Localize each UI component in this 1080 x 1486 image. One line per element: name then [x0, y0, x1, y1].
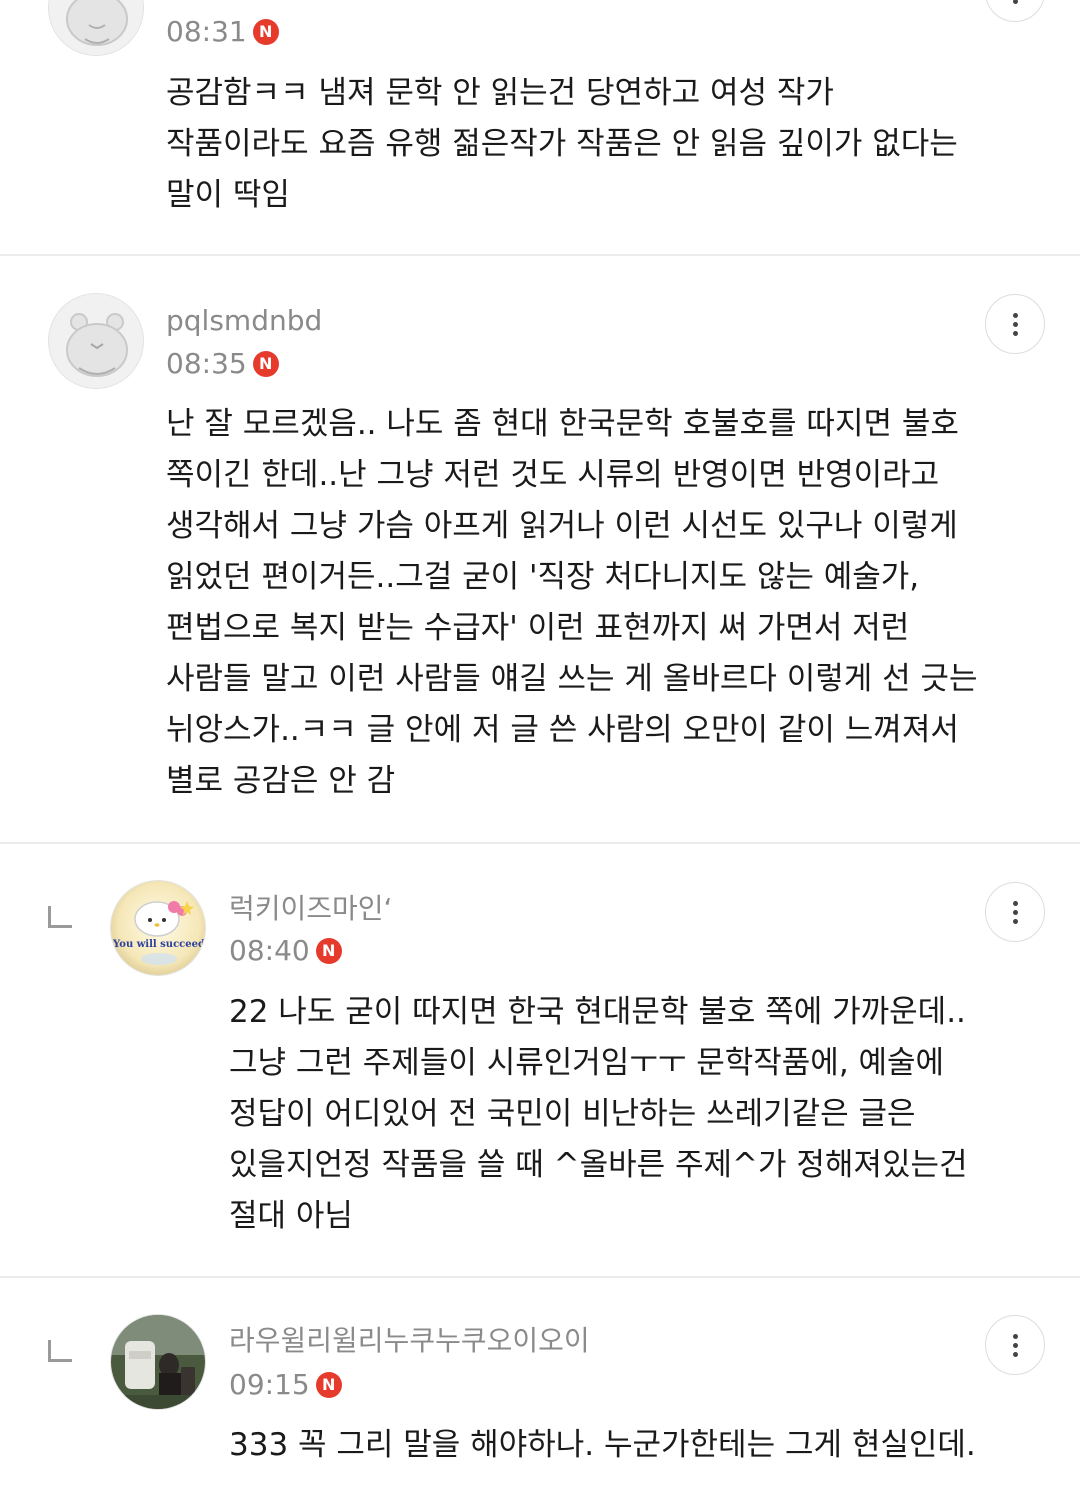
more-button[interactable] — [985, 0, 1045, 22]
reply-item: 라우윌리윌리누쿠누쿠오이오이 09:15 N 333 꼭 그리 말을 해야하나.… — [0, 1278, 1080, 1486]
reply-arrow-icon — [48, 906, 72, 928]
comment-item: 08:31 N 공감함ㅋㅋ 냄져 문학 안 읽는건 당연하고 여성 작가 작품이… — [0, 0, 1080, 255]
comment-meta: 08:40 N — [229, 934, 342, 968]
comment-time: 08:40 — [229, 934, 310, 967]
comment-meta: 08:31 N — [166, 15, 279, 49]
comment-time: 08:31 — [166, 15, 247, 48]
more-vertical-icon — [1012, 900, 1018, 906]
new-badge: N — [252, 19, 279, 45]
more-vertical-icon — [1012, 312, 1018, 318]
avatar-caption: You will succeed — [112, 939, 205, 950]
more-button[interactable] — [985, 882, 1045, 942]
comment-line: 공감함ㅋㅋ 냄져 문학 안 읽는건 당연하고 여성 작가 — [166, 75, 834, 111]
comment-meta: 08:35 N — [166, 347, 279, 381]
more-button[interactable] — [985, 294, 1045, 354]
comment-username[interactable]: pqlsmdnbd — [166, 304, 322, 338]
new-badge: N — [252, 351, 279, 377]
comment-body: 난 잘 모르겠음.. 나도 좀 현대 한국문학 호불호를 따지면 불호 쪽이긴 … — [166, 399, 978, 807]
comment-line: 정답이 어디있어 전 국민이 비난하는 쓰레기같은 글은 — [229, 1096, 916, 1132]
comment-body: 22 나도 굳이 따지면 한국 현대문학 불호 쪽에 가까운데.. 그냥 그런 … — [229, 987, 968, 1242]
user-avatar[interactable] — [48, 293, 144, 389]
comment-username[interactable]: 럭키이즈마인‘ — [229, 892, 392, 926]
comment-time: 09:15 — [229, 1368, 310, 1401]
comment-line: 쪽이긴 한데..난 그냥 저런 것도 시류의 반영이면 반영이라고 — [166, 457, 940, 493]
user-avatar[interactable] — [110, 1314, 206, 1410]
comment-line: 말이 딱임 — [166, 177, 290, 213]
comment-line: 작품이라도 요즘 유행 젊은작가 작품은 안 읽음 깊이가 없다는 — [166, 126, 958, 162]
comment-line: 뉘앙스가..ㅋㅋ 글 안에 저 글 쓴 사람의 오만이 같이 느껴져서 — [166, 712, 959, 748]
comment-line: 별로 공감은 안 감 — [166, 763, 396, 799]
user-avatar[interactable]: You will succeed — [110, 880, 206, 976]
comment-line: 편법으로 복지 받는 수급자' 이런 표현까지 써 가면서 저런 — [166, 610, 910, 646]
reply-item: You will succeed 럭키이즈마인‘ 08:40 N 22 나도 굳… — [0, 844, 1080, 1276]
reply-arrow-icon — [48, 1340, 72, 1362]
new-badge: N — [315, 1372, 342, 1398]
comment-line: 난 잘 모르겠음.. 나도 좀 현대 한국문학 호불호를 따지면 불호 — [166, 406, 959, 442]
photo-avatar-icon — [111, 1315, 205, 1409]
new-badge: N — [315, 938, 342, 964]
comment-line: 생각해서 그냥 가슴 아프게 읽거나 이런 시선도 있구나 이렇게 — [166, 508, 958, 544]
more-button[interactable] — [985, 1315, 1045, 1375]
bear-avatar-icon — [49, 294, 143, 388]
hello-kitty-avatar-icon: You will succeed — [111, 881, 205, 975]
comment-line: 읽었던 편이거든..그걸 굳이 '직장 처다니지도 않는 예술가, — [166, 559, 920, 595]
comment-meta: 09:15 N — [229, 1368, 342, 1402]
comment-body: 333 꼭 그리 말을 해야하나. 누군가한테는 그게 현실인데. — [229, 1420, 976, 1471]
comment-body: 공감함ㅋㅋ 냄져 문학 안 읽는건 당연하고 여성 작가 작품이라도 요즘 유행… — [166, 68, 958, 221]
bear-avatar-icon — [49, 0, 143, 55]
comment-time: 08:35 — [166, 347, 247, 380]
comment-line: 22 나도 굳이 따지면 한국 현대문학 불호 쪽에 가까운데.. — [229, 994, 966, 1030]
more-vertical-icon — [1012, 1333, 1018, 1339]
comment-line: 사람들 말고 이런 사람들 얘길 쓰는 게 올바르다 이렇게 선 긋는 — [166, 661, 978, 697]
comment-username[interactable]: 라우윌리윌리누쿠누쿠오이오이 — [229, 1324, 590, 1358]
comment-line: 절대 아님 — [229, 1198, 353, 1234]
comment-line: 333 꼭 그리 말을 해야하나. 누군가한테는 그게 현실인데. — [229, 1427, 976, 1463]
comment-line: 있을지언정 작품을 쓸 때 ^올바른 주제^가 정해져있는건 — [229, 1147, 968, 1183]
user-avatar[interactable] — [48, 0, 144, 56]
comment-line: 그냥 그런 주제들이 시류인거임ㅜㅜ 문학작품에, 예술에 — [229, 1045, 945, 1081]
comment-item: pqlsmdnbd 08:35 N 난 잘 모르겠음.. 나도 좀 현대 한국문… — [0, 256, 1080, 842]
